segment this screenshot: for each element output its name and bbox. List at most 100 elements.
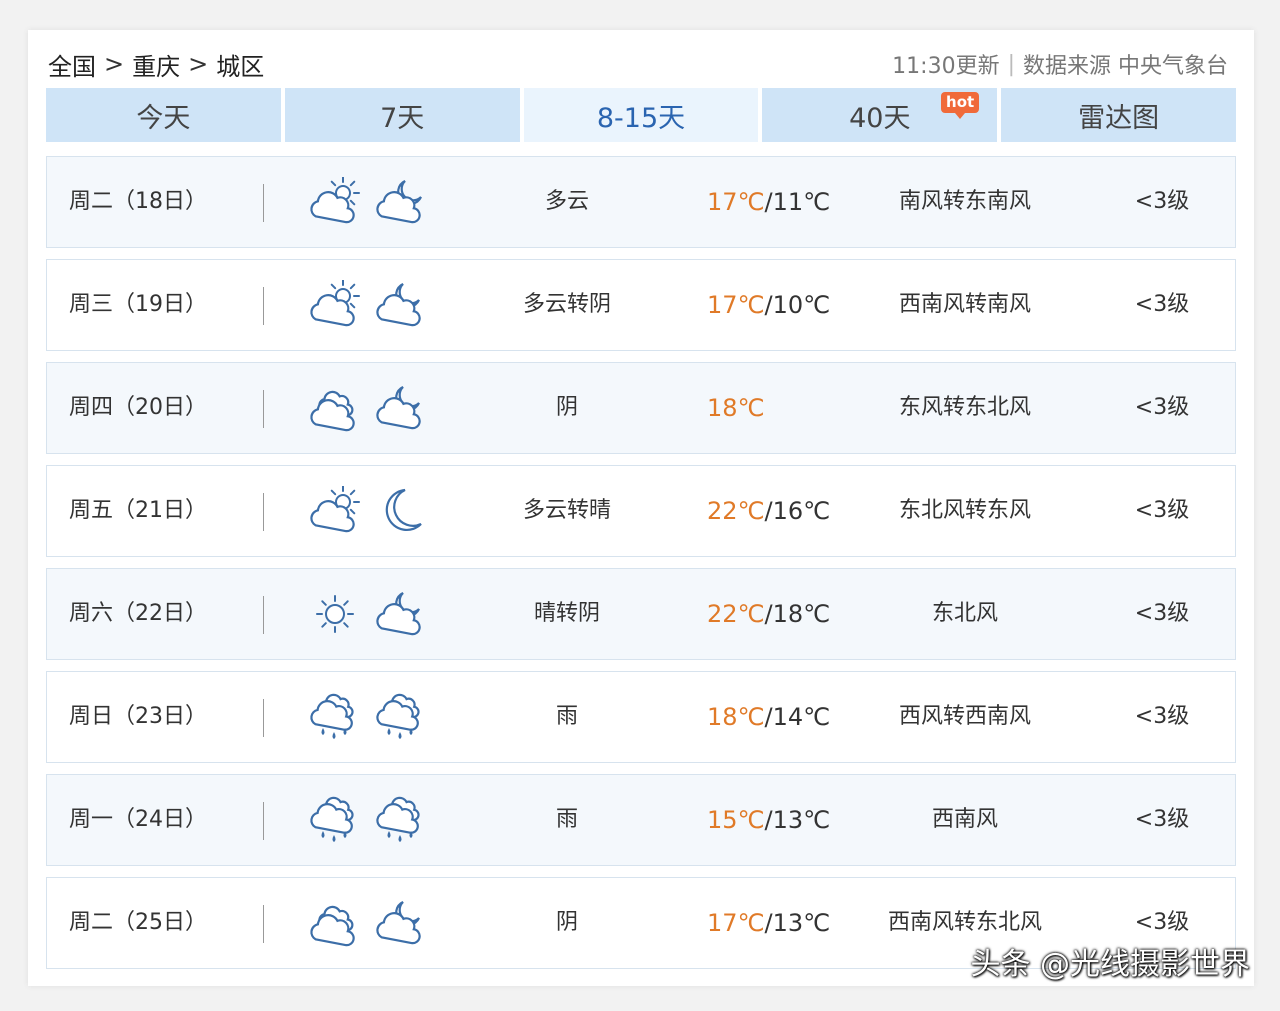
temperature: 18℃/14℃ [707, 672, 830, 762]
rain-icon [375, 692, 427, 746]
wind-level: <3级 [1134, 601, 1190, 626]
breadcrumb-separator: > [188, 50, 209, 78]
row-divider [263, 390, 264, 428]
wind-direction: 东北风 [931, 601, 998, 626]
wind-level: <3级 [1134, 498, 1190, 523]
overcast-night-icon [375, 280, 427, 334]
high-temp: 15℃ [707, 806, 765, 834]
temperature: 22℃/18℃ [707, 569, 830, 659]
forecast-row: 周六（22日） 晴转阴 22℃/18℃ 东北风 <3级 [46, 568, 1236, 660]
partly-cloudy-day-icon [309, 485, 361, 540]
partly-cloudy-day-icon [309, 176, 361, 231]
data-source: 数据来源 中央气象台 [1023, 54, 1228, 79]
high-temp: 22℃ [707, 600, 765, 628]
weather-description: 雨 [555, 807, 578, 832]
tab-8-15-days[interactable]: 8-15天 [523, 88, 759, 142]
forecast-day: 周四（20日） [69, 395, 207, 420]
top-bar: 全国 > 重庆 > 城区 11:30更新 | 数据来源 中央气象台 [48, 46, 1228, 82]
weather-description: 晴转阴 [533, 601, 600, 626]
forecast-day: 周五（21日） [69, 498, 207, 523]
row-divider [263, 596, 264, 634]
weather-icons [309, 383, 427, 437]
forecast-day: 周六（22日） [69, 601, 207, 626]
breadcrumb-city[interactable]: 重庆 [132, 47, 180, 82]
high-temp: 17℃ [707, 909, 765, 937]
overcast-icon [309, 383, 361, 437]
tab-label: 雷达图 [1078, 102, 1160, 134]
wind-direction: 南风转东南风 [898, 189, 1031, 214]
wind-level: <3级 [1134, 395, 1190, 420]
temperature: 17℃/10℃ [707, 260, 830, 350]
rain-icon [375, 795, 427, 849]
weather-description: 阴 [555, 395, 578, 420]
wind-direction: 东北风转东风 [898, 498, 1031, 523]
weather-description: 多云 [544, 189, 589, 214]
low-temp: /10℃ [764, 291, 831, 319]
weather-description: 多云转晴 [522, 498, 611, 523]
temperature: 15℃/13℃ [707, 775, 830, 865]
row-divider [263, 287, 264, 325]
low-temp: /18℃ [764, 600, 831, 628]
tab-label: 今天 [136, 102, 191, 134]
forecast-row: 周一（24日） 雨 15℃/13℃ 西南风 <3级 [46, 774, 1236, 866]
low-temp: /13℃ [764, 806, 831, 834]
low-temp: /11℃ [764, 188, 831, 216]
wind-level: <3级 [1134, 807, 1190, 832]
overcast-icon [309, 898, 361, 952]
high-temp: 17℃ [707, 188, 765, 216]
tab-radar[interactable]: 雷达图 [1001, 88, 1236, 142]
wind-level: <3级 [1134, 189, 1190, 214]
overcast-night-icon [375, 589, 427, 643]
breadcrumb-district: 城区 [216, 52, 265, 81]
breadcrumb-separator: > [104, 50, 125, 78]
update-time: 11:30更新 [892, 54, 1000, 79]
hot-badge: hot [941, 92, 980, 119]
weather-icons [309, 176, 427, 231]
weather-description: 阴 [555, 910, 578, 935]
low-temp: /16℃ [764, 497, 831, 525]
weather-icons [309, 589, 427, 643]
row-divider [263, 699, 264, 737]
rain-icon [309, 795, 361, 849]
weather-description: 雨 [555, 704, 578, 729]
rain-icon [309, 692, 361, 746]
meta-divider: | [1007, 51, 1015, 77]
wind-level: <3级 [1134, 292, 1190, 317]
forecast-row: 周四（20日） 阴 18℃ 东风转东北风 <3级 [46, 362, 1236, 454]
forecast-row: 周日（23日） 雨 18℃/14℃ 西风转西南风 <3级 [46, 671, 1236, 763]
row-divider [263, 493, 264, 531]
row-divider [263, 802, 264, 840]
temperature: 17℃/13℃ [707, 878, 830, 968]
low-temp: /14℃ [764, 703, 831, 731]
high-temp: 18℃ [707, 703, 765, 731]
forecast-row: 周二（18日） 多云 17℃/11℃ 南风转东南风 <3级 [46, 156, 1236, 248]
forecast-day: 周二（25日） [69, 910, 207, 935]
partly-cloudy-night-icon [375, 177, 427, 231]
weather-icons [309, 485, 427, 540]
weather-icons [309, 898, 427, 952]
forecast-day: 周二（18日） [69, 189, 207, 214]
weather-icons [309, 279, 427, 334]
wind-direction: 东风转东北风 [898, 395, 1031, 420]
overcast-night-icon [375, 898, 427, 952]
forecast-row: 周五（21日） 多云转晴 22℃/16℃ 东北风转东风 <3级 [46, 465, 1236, 557]
weather-card: 全国 > 重庆 > 城区 11:30更新 | 数据来源 中央气象台 今天 7天 … [28, 30, 1254, 986]
wind-level: <3级 [1134, 704, 1190, 729]
weather-description: 多云转阴 [522, 292, 611, 317]
tab-40-days[interactable]: 40天 hot [762, 88, 998, 142]
tab-today[interactable]: 今天 [46, 88, 281, 142]
moon-icon [375, 486, 427, 540]
forecast-day: 周三（19日） [69, 292, 207, 317]
tab-7-days[interactable]: 7天 [284, 88, 520, 142]
breadcrumb-country[interactable]: 全国 [48, 47, 96, 82]
temperature: 22℃/16℃ [707, 466, 830, 556]
forecast-row: 周三（19日） 多云转阴 17℃/10℃ 西南风转南风 <3级 [46, 259, 1236, 351]
partly-cloudy-day-icon [309, 279, 361, 334]
row-divider [263, 184, 264, 222]
tab-label: 8-15天 [596, 102, 686, 134]
high-temp: 18℃ [707, 394, 765, 422]
high-temp: 22℃ [707, 497, 765, 525]
temperature: 18℃ [707, 363, 765, 453]
high-temp: 17℃ [707, 291, 765, 319]
low-temp: /13℃ [764, 909, 831, 937]
